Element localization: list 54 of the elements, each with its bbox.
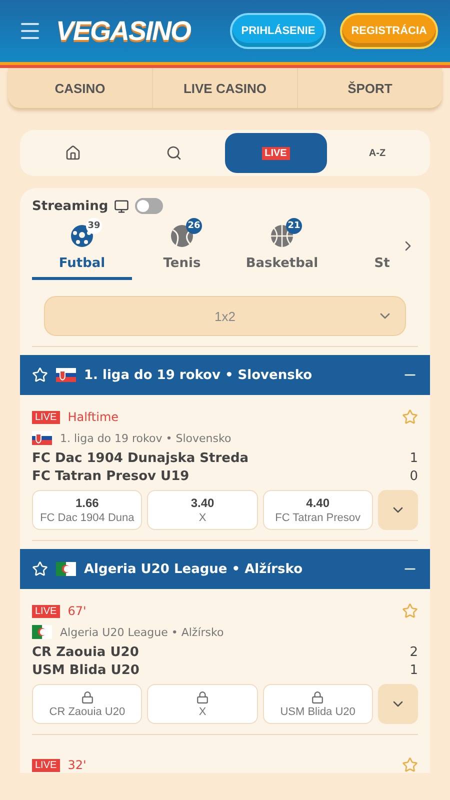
odds-button[interactable]: CR Zaouia U20: [32, 684, 142, 724]
score: 0: [410, 469, 418, 484]
score: 1: [410, 663, 418, 678]
nav-tab[interactable]: LIVE CASINO: [152, 68, 297, 108]
monitor-icon: [114, 198, 130, 214]
league-title: Algeria U20 League • Alžírsko: [84, 562, 304, 576]
team-name: CR Zaouia U20: [32, 645, 140, 660]
league-name: Algeria U20 League • Alžírsko: [60, 626, 224, 638]
sport-tab[interactable]: 21 Basketbal: [232, 218, 332, 280]
star-icon[interactable]: [402, 409, 418, 425]
logo[interactable]: VEGASINO: [56, 16, 216, 46]
odds-button[interactable]: 3.40 X: [147, 490, 258, 530]
live-badge: LIVE: [32, 604, 60, 618]
nav-tab[interactable]: CASINO: [8, 68, 152, 108]
odds-button[interactable]: USM Blida U20: [262, 684, 373, 724]
expand-button[interactable]: [378, 490, 418, 530]
count-badge: 39: [86, 218, 102, 234]
league-title: 1. liga do 19 rokov • Slovensko: [84, 368, 314, 382]
team-name: FC Dac 1904 Dunajska Streda: [32, 451, 250, 466]
score: 2: [410, 645, 418, 660]
odds-button[interactable]: X: [147, 684, 258, 724]
az-label: A-Z: [368, 148, 386, 158]
live-badge: LIVE: [262, 146, 290, 160]
sport-tab[interactable]: 26 Tenis: [132, 218, 232, 280]
expand-button[interactable]: [378, 684, 418, 724]
odds-button[interactable]: 1.66 FC Dac 1904 Duna: [32, 490, 142, 530]
lock-icon: [196, 690, 209, 704]
live-badge: LIVE: [32, 410, 60, 424]
search-icon: [166, 145, 182, 161]
score: 1: [410, 451, 418, 466]
team-name: USM Blida U20: [32, 663, 140, 678]
streaming-toggle[interactable]: [135, 198, 164, 214]
lock-icon: [80, 690, 94, 704]
league-header[interactable]: 1. liga do 19 rokov • Slovensko: [20, 355, 430, 395]
live-badge: LIVE: [32, 758, 60, 772]
sport-tab[interactable]: St: [332, 218, 418, 280]
quick-nav-tab[interactable]: LIVE: [225, 133, 326, 173]
star-icon[interactable]: [402, 757, 418, 773]
odds-button[interactable]: 4.40 FC Tatran Presov: [262, 490, 373, 530]
count-badge: 21: [286, 218, 302, 234]
lock-icon: [311, 690, 324, 704]
match-status: Halftime: [68, 410, 120, 424]
sport-tab[interactable]: 39 Futbal: [32, 218, 132, 280]
quick-nav-tab[interactable]: A-Z: [326, 133, 428, 173]
league-name: 1. liga do 19 rokov • Slovensko: [60, 432, 232, 444]
match-status: 67': [68, 604, 88, 618]
nav-tab[interactable]: ŠPORT: [297, 68, 442, 108]
team-name: FC Tatran Presov U19: [32, 469, 190, 484]
match-status: 32': [68, 758, 88, 772]
star-icon[interactable]: [402, 603, 418, 619]
count-badge: 26: [186, 218, 202, 234]
league-header[interactable]: Algeria U20 League • Alžírsko: [20, 549, 430, 589]
home-icon: [64, 145, 81, 161]
streaming-label: Streaming: [32, 198, 108, 214]
